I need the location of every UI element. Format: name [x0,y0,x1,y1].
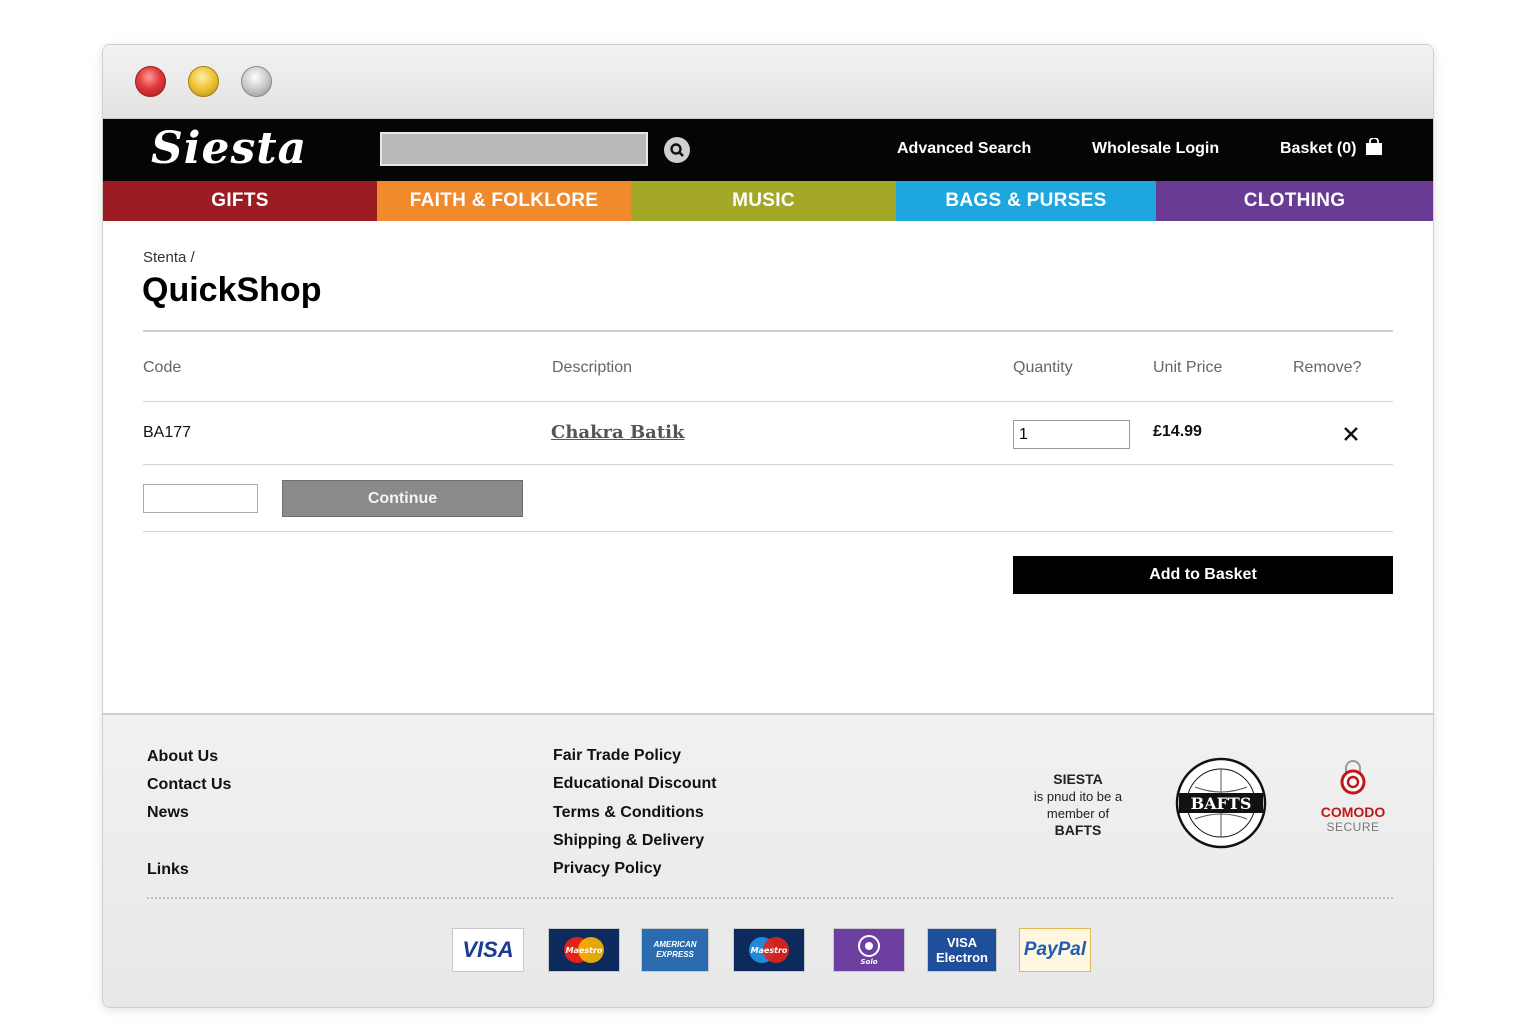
product-code-input[interactable] [143,484,258,513]
maestro-blue-label: Maestro [751,946,788,955]
bafts-line-4: BAFTS [1054,822,1102,838]
solo-label: Solo [860,958,877,966]
column-header-unit-price: Unit Price [1153,359,1223,376]
browser-window: Siesta Advanced Search Wholesale Login B… [102,44,1434,1008]
category-nav: GIFTS FAITH & FOLKLORE MUSIC BAGS & PURS… [103,181,1433,221]
footer-link-educational-discount[interactable]: Educational Discount [553,775,717,793]
close-window-button[interactable] [135,66,166,97]
footer-link-news[interactable]: News [147,804,189,822]
shopping-bag-icon[interactable] [1365,138,1383,156]
bafts-line-1: SIESTA [1053,771,1103,787]
nav-music[interactable]: MUSIC [631,181,896,221]
footer-link-privacy[interactable]: Privacy Policy [553,860,662,878]
nav-bags-purses[interactable]: BAGS & PURSES [896,181,1156,221]
bafts-logo[interactable]: BAFTS [1173,755,1269,851]
nav-faith-folklore[interactable]: FAITH & FOLKLORE [377,181,631,221]
column-header-quantity: Quantity [1013,359,1073,376]
divider [143,531,1393,532]
column-header-description: Description [552,359,633,376]
add-to-basket-button[interactable]: Add to Basket [1013,556,1393,594]
row-code: BA177 [143,424,192,441]
maestro-blue-logo: Maestro [749,937,789,963]
footer-link-shipping[interactable]: Shipping & Delivery [553,832,704,850]
site-header: Siesta Advanced Search Wholesale Login B… [103,119,1433,181]
quantity-input[interactable] [1013,420,1130,449]
bafts-logo-text: BAFTS [1191,794,1252,813]
solo-card-icon: Solo [833,928,905,972]
footer-link-terms[interactable]: Terms & Conditions [553,804,704,822]
comodo-secure-badge[interactable]: COMODO SECURE [1313,759,1393,839]
minimize-window-button[interactable] [188,66,219,97]
visa-electron-card-icon: VISA Electron [927,928,997,972]
footer-divider [147,897,1393,899]
paypal-icon: PayPal [1019,928,1091,972]
visa-card-icon: VISA [452,928,524,972]
comodo-sub: SECURE [1326,820,1380,834]
wholesale-login-link[interactable]: Wholesale Login [1092,140,1219,158]
search-input[interactable] [380,132,648,166]
divider [143,464,1393,465]
bafts-line-3: member of [1046,806,1110,821]
maestro-blue-card-icon: Maestro [733,928,805,972]
column-header-remove: Remove? [1293,359,1362,376]
maestro-card-icon: Maestro [548,928,620,972]
solo-logo: Solo [858,935,880,966]
footer-link-fair-trade[interactable]: Fair Trade Policy [553,747,681,765]
divider [143,401,1393,402]
nav-gifts[interactable]: GIFTS [103,181,377,221]
maestro-label: Maestro [566,946,603,955]
row-unit-price: £14.99 [1153,423,1202,440]
divider [143,330,1393,332]
column-header-code: Code [143,359,182,376]
bafts-line-2: is pnud ito be a [1033,789,1123,804]
main-content: Stenta / QuickShop Code Description Quan… [103,221,1433,713]
site-logo[interactable]: Siesta [151,123,307,174]
footer-link-links[interactable]: Links [147,861,189,879]
search-icon [670,143,684,157]
footer-link-contact-us[interactable]: Contact Us [147,776,231,794]
maestro-logo: Maestro [564,937,604,963]
footer-link-about-us[interactable]: About Us [147,748,218,766]
title-bar [103,45,1433,119]
amex-card-icon: AMERICAN EXPRESS [641,928,709,972]
breadcrumb[interactable]: Stenta / [143,249,195,266]
zoom-window-button[interactable] [241,66,272,97]
advanced-search-link[interactable]: Advanced Search [897,140,1031,158]
product-link[interactable]: Chakra Batik [551,422,684,443]
site-footer: About Us Contact Us News Links Fair Trad… [103,713,1433,1007]
continue-button[interactable]: Continue [282,480,523,517]
bafts-membership-text: SIESTA is pnud ito be a member of BAFTS [1023,771,1133,839]
basket-link[interactable]: Basket (0) [1280,140,1356,158]
page-title: QuickShop [142,271,322,309]
search-button[interactable] [664,137,690,163]
padlock-icon [1340,760,1366,795]
remove-icon[interactable] [1340,423,1362,445]
comodo-brand: COMODO [1320,804,1386,820]
nav-clothing[interactable]: CLOTHING [1156,181,1433,221]
